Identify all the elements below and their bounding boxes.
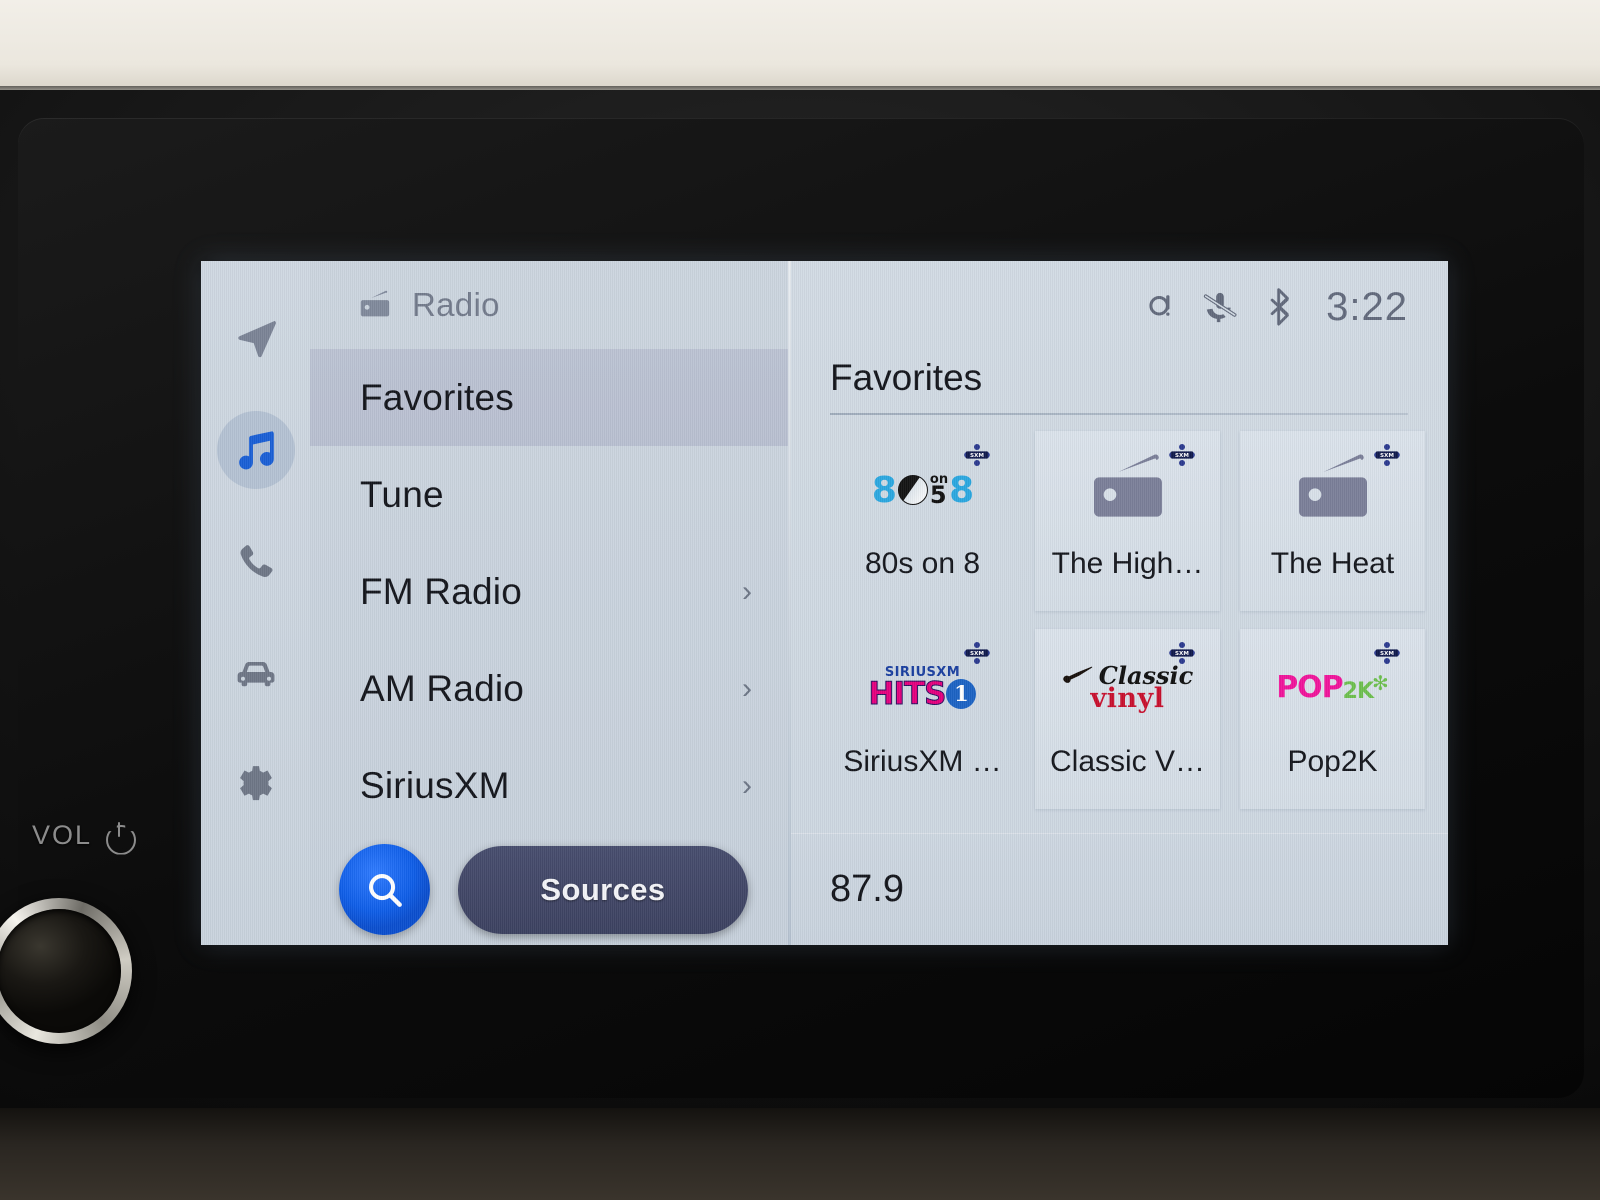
sxm-badge-icon: SXM	[964, 641, 990, 665]
menu-item-label: AM Radio	[360, 667, 525, 709]
svg-text:SXM: SXM	[1175, 453, 1189, 459]
favorites-row: SXM SIRIUSXM HITS 1 SiriusXM … SXM Class…	[830, 629, 1448, 809]
chevron-right-icon: ›	[742, 768, 752, 802]
svg-text:SXM: SXM	[970, 453, 984, 459]
svg-text:SXM: SXM	[970, 651, 984, 657]
frequency-value: 87.9	[830, 868, 904, 910]
clock: 3:22	[1326, 284, 1408, 329]
navigation-arrow-icon	[233, 315, 279, 361]
sxm-badge-icon: SXM	[1169, 443, 1195, 467]
favorites-row: SXM 8 on 5 8 80s on 8 SXM The High… SXM …	[830, 431, 1448, 611]
infotainment-screen: Radio Favorites Tune FM Radio › AM Radio…	[201, 261, 1448, 945]
radio-menu-list: Favorites Tune FM Radio › AM Radio › Sir…	[310, 349, 788, 834]
classic-vinyl-logo: Classic vinyl	[1062, 663, 1193, 714]
favorites-title: Favorites	[830, 357, 983, 398]
search-button[interactable]	[339, 844, 430, 936]
logo-text: ✻	[1372, 671, 1389, 695]
menu-item-label: SiriusXM	[360, 764, 510, 806]
svg-text:SXM: SXM	[1380, 453, 1394, 459]
logo-row: HITS 1	[868, 675, 977, 712]
favorite-tile-the-high[interactable]: SXM The High…	[1035, 431, 1220, 611]
favorite-tile-label: The Heat	[1270, 547, 1395, 580]
music-note-icon	[233, 427, 279, 473]
favorite-tile-the-heat[interactable]: SXM The Heat	[1240, 431, 1425, 611]
sxm-badge-icon: SXM	[1374, 443, 1400, 467]
volume-label-group: VOL	[32, 820, 134, 851]
logo-text: 2K	[1342, 679, 1374, 704]
logo-orb	[897, 475, 928, 505]
favorite-tile-classic-vinyl[interactable]: SXM Classic vinyl Classic V…	[1035, 629, 1220, 809]
sxm-badge-icon: SXM	[1169, 641, 1195, 665]
sidebar-rail	[201, 261, 310, 945]
volume-label: VOL	[32, 820, 93, 850]
microphone-muted-icon	[1202, 290, 1240, 324]
menu-item-siriusxm[interactable]: SiriusXM ›	[310, 737, 788, 834]
logo-on-stack: on 5	[929, 473, 948, 510]
favorite-tile-siriusxm-hits-1[interactable]: SXM SIRIUSXM HITS 1 SiriusXM …	[830, 629, 1015, 809]
sources-button[interactable]: Sources	[458, 845, 748, 934]
search-icon	[363, 868, 407, 912]
logo-text: 1	[946, 678, 977, 709]
favorite-tile-label: Classic V…	[1049, 745, 1206, 778]
radio-icon	[358, 288, 392, 322]
sidebar-item-settings[interactable]	[217, 747, 295, 825]
gear-icon	[233, 763, 279, 809]
logo-text: HITS	[868, 675, 947, 712]
menu-item-favorites[interactable]: Favorites	[310, 349, 788, 447]
menu-header: Radio	[310, 261, 788, 349]
generic-radio-icon	[1088, 450, 1168, 530]
menu-item-label: Tune	[360, 473, 444, 515]
radio-menu-panel: Radio Favorites Tune FM Radio › AM Radio…	[310, 261, 788, 945]
sxm-badge-icon: SXM	[1374, 641, 1400, 665]
favorites-grid: SXM 8 on 5 8 80s on 8 SXM The High… SXM …	[791, 415, 1448, 827]
svg-text:SXM: SXM	[1175, 651, 1189, 657]
sidebar-item-vehicle[interactable]	[217, 635, 295, 713]
generic-radio-icon	[1293, 450, 1373, 530]
logo-text: 8	[949, 469, 974, 511]
background-wall	[0, 0, 1600, 92]
car-icon	[232, 650, 280, 698]
chevron-right-icon: ›	[742, 671, 752, 705]
logo-text: POP	[1276, 670, 1343, 705]
80s-on-8-logo: 8 on 5 8	[871, 469, 974, 511]
favorite-tile-label: Pop2K	[1287, 745, 1378, 778]
status-bar: 3:22	[791, 261, 1448, 353]
menu-item-tune[interactable]: Tune	[310, 446, 788, 543]
sources-button-label: Sources	[540, 871, 666, 907]
menu-item-label: FM Radio	[360, 570, 522, 612]
logo-text: 5	[929, 481, 947, 510]
logo-text: 8	[871, 469, 897, 511]
panel-divider	[788, 261, 791, 945]
sidebar-item-navigation[interactable]	[217, 299, 295, 377]
phone-icon	[234, 540, 278, 584]
sidebar-item-audio[interactable]	[216, 411, 295, 489]
siriusxm-hits-1-logo: SIRIUSXM HITS 1	[868, 666, 977, 712]
favorite-tile-pop2k[interactable]: SXM POP 2K ✻ Pop2K	[1240, 629, 1425, 809]
favorite-tile-80s-on-8[interactable]: SXM 8 on 5 8 80s on 8	[830, 431, 1015, 611]
menu-header-title: Radio	[412, 286, 500, 324]
dashboard-lower-trim	[0, 1108, 1600, 1200]
menu-item-am-radio[interactable]: AM Radio ›	[310, 640, 788, 737]
sidebar-item-phone[interactable]	[217, 523, 295, 601]
favorites-panel: 3:22 Favorites SXM 8 on 5 8 80s on 8 SXM…	[791, 261, 1448, 945]
logo-text: vinyl	[1090, 682, 1165, 714]
power-icon[interactable]	[104, 821, 134, 851]
qi-wireless-charging-icon	[1146, 289, 1176, 325]
favorite-tile-label: SiriusXM …	[843, 745, 1002, 778]
menu-item-label: Favorites	[360, 376, 514, 418]
pop2k-logo: POP 2K ✻	[1276, 673, 1389, 703]
favorite-tile-label: The High…	[1051, 547, 1204, 580]
chevron-right-icon: ›	[742, 574, 752, 608]
menu-footer-bar: Sources	[310, 834, 788, 945]
sxm-badge-icon: SXM	[964, 443, 990, 467]
svg-text:SXM: SXM	[1380, 651, 1394, 657]
menu-item-fm-radio[interactable]: FM Radio ›	[310, 543, 788, 640]
now-playing-bar[interactable]: 87.9	[791, 833, 1448, 945]
bluetooth-icon	[1266, 288, 1294, 326]
favorite-tile-label: 80s on 8	[864, 547, 981, 580]
